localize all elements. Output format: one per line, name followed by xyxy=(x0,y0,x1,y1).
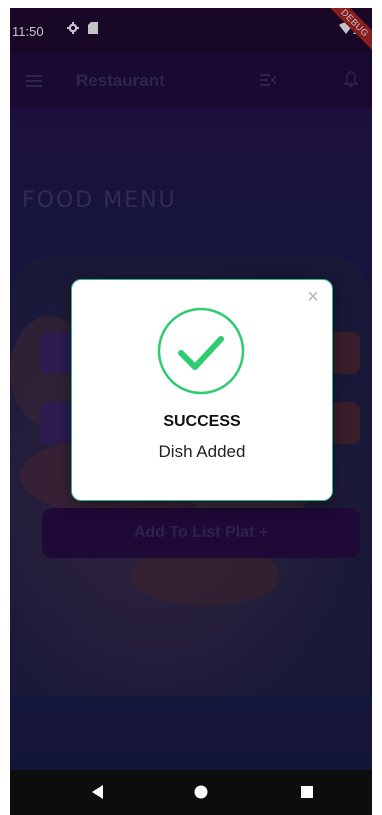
success-dialog: × SUCCESS Dish Added xyxy=(71,279,333,501)
home-icon[interactable] xyxy=(191,782,211,802)
success-check-icon xyxy=(157,307,245,395)
phone-screen: 11:50 DEBUG Restaurant FOOD MENU Add To … xyxy=(10,8,372,815)
system-nav-bar xyxy=(10,770,372,815)
dialog-message: Dish Added xyxy=(158,442,246,461)
back-icon[interactable] xyxy=(88,782,108,802)
dialog-title: SUCCESS xyxy=(163,413,241,430)
close-icon[interactable]: × xyxy=(302,286,324,308)
recents-icon[interactable] xyxy=(297,782,317,802)
